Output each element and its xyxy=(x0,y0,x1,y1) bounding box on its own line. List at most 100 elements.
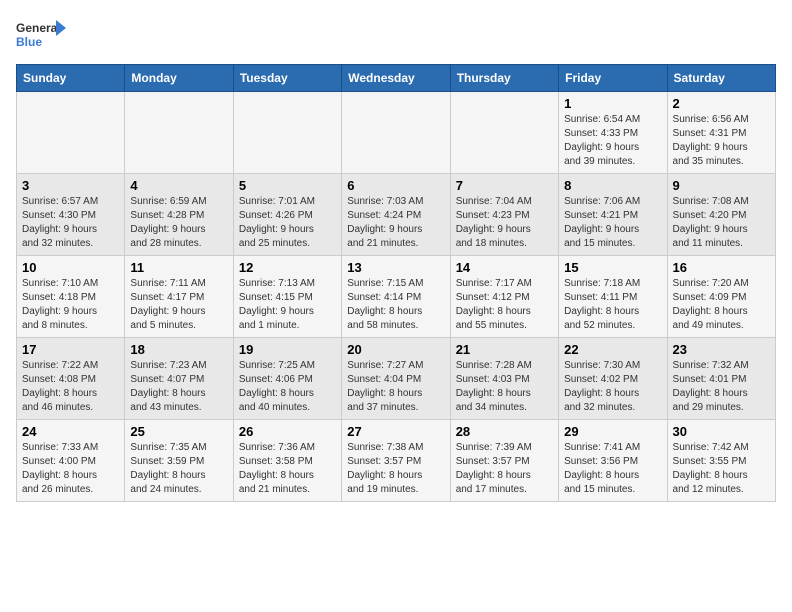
day-cell-20: 20Sunrise: 7:27 AM Sunset: 4:04 PM Dayli… xyxy=(342,338,450,420)
day-cell-26: 26 Sunrise: 7:36 AM Sunset: 3:58 PM Dayli… xyxy=(233,420,341,502)
weekday-header-saturday: Saturday xyxy=(667,65,775,92)
day-number: 10 xyxy=(22,260,119,275)
day-number: 3 xyxy=(22,178,119,193)
week-row-5: 24Sunrise: 7:33 AM Sunset: 4:00 PM Dayli… xyxy=(17,420,776,502)
day-cell-28: 28 Sunrise: 7:39 AM Sunset: 3:57 PM Dayli… xyxy=(450,420,558,502)
day-info: Sunrise: 7:13 AM Sunset: 4:15 PM Dayligh… xyxy=(239,277,336,333)
day-cell-18: 18Sunrise: 7:23 AM Sunset: 4:07 PM Dayli… xyxy=(125,338,233,420)
day-number: 8 xyxy=(564,178,661,193)
empty-cell xyxy=(233,92,341,174)
day-cell-11: 11 Sunrise: 7:11 AM Sunset: 4:17 PM Dayli… xyxy=(125,256,233,338)
logo-svg: GeneralBlue xyxy=(16,16,66,56)
day-number: 4 xyxy=(130,178,227,193)
day-info: Sunrise: 7:10 AM Sunset: 4:18 PM Dayligh… xyxy=(22,277,119,333)
day-cell-15: 15 Sunrise: 7:18 AM Sunset: 4:11 PM Dayli… xyxy=(559,256,667,338)
day-number: 28 xyxy=(456,424,553,439)
day-info: Sunrise: 7:08 AM Sunset: 4:20 PM Dayligh… xyxy=(673,195,770,251)
empty-cell xyxy=(125,92,233,174)
calendar-table: SundayMondayTuesdayWednesdayThursdayFrid… xyxy=(16,64,776,502)
day-cell-12: 12 Sunrise: 7:13 AM Sunset: 4:15 PM Dayli… xyxy=(233,256,341,338)
day-info: Sunrise: 7:15 AM Sunset: 4:14 PM Dayligh… xyxy=(347,277,444,333)
day-info: Sunrise: 7:17 AM Sunset: 4:12 PM Dayligh… xyxy=(456,277,553,333)
day-info: Sunrise: 6:56 AM Sunset: 4:31 PM Dayligh… xyxy=(673,113,770,169)
day-info: Sunrise: 6:59 AM Sunset: 4:28 PM Dayligh… xyxy=(130,195,227,251)
day-number: 26 xyxy=(239,424,336,439)
day-cell-10: 10 Sunrise: 7:10 AM Sunset: 4:18 PM Dayli… xyxy=(17,256,125,338)
svg-text:General: General xyxy=(16,21,61,35)
day-info: Sunrise: 7:04 AM Sunset: 4:23 PM Dayligh… xyxy=(456,195,553,251)
day-info: Sunrise: 7:11 AM Sunset: 4:17 PM Dayligh… xyxy=(130,277,227,333)
day-info: Sunrise: 7:18 AM Sunset: 4:11 PM Dayligh… xyxy=(564,277,661,333)
day-cell-16: 16 Sunrise: 7:20 AM Sunset: 4:09 PM Dayli… xyxy=(667,256,775,338)
day-number: 30 xyxy=(673,424,770,439)
day-info: Sunrise: 7:20 AM Sunset: 4:09 PM Dayligh… xyxy=(673,277,770,333)
day-info: Sunrise: 7:23 AM Sunset: 4:07 PM Dayligh… xyxy=(130,359,227,415)
day-info: Sunrise: 7:01 AM Sunset: 4:26 PM Dayligh… xyxy=(239,195,336,251)
weekday-header-monday: Monday xyxy=(125,65,233,92)
day-number: 17 xyxy=(22,342,119,357)
day-number: 15 xyxy=(564,260,661,275)
weekday-header-tuesday: Tuesday xyxy=(233,65,341,92)
day-number: 23 xyxy=(673,342,770,357)
day-info: Sunrise: 7:32 AM Sunset: 4:01 PM Dayligh… xyxy=(673,359,770,415)
day-number: 29 xyxy=(564,424,661,439)
day-cell-30: 30 Sunrise: 7:42 AM Sunset: 3:55 PM Dayli… xyxy=(667,420,775,502)
day-number: 12 xyxy=(239,260,336,275)
day-number: 11 xyxy=(130,260,227,275)
day-info: Sunrise: 7:36 AM Sunset: 3:58 PM Dayligh… xyxy=(239,441,336,497)
day-info: Sunrise: 7:35 AM Sunset: 3:59 PM Dayligh… xyxy=(130,441,227,497)
day-number: 24 xyxy=(22,424,119,439)
logo: GeneralBlue xyxy=(16,16,66,56)
day-number: 5 xyxy=(239,178,336,193)
day-info: Sunrise: 7:30 AM Sunset: 4:02 PM Dayligh… xyxy=(564,359,661,415)
day-info: Sunrise: 7:38 AM Sunset: 3:57 PM Dayligh… xyxy=(347,441,444,497)
weekday-header-friday: Friday xyxy=(559,65,667,92)
day-number: 16 xyxy=(673,260,770,275)
day-info: Sunrise: 7:22 AM Sunset: 4:08 PM Dayligh… xyxy=(22,359,119,415)
day-number: 6 xyxy=(347,178,444,193)
day-info: Sunrise: 7:06 AM Sunset: 4:21 PM Dayligh… xyxy=(564,195,661,251)
day-cell-6: 6 Sunrise: 7:03 AM Sunset: 4:24 PM Daylig… xyxy=(342,174,450,256)
page-header: GeneralBlue xyxy=(16,16,776,56)
day-cell-13: 13Sunrise: 7:15 AM Sunset: 4:14 PM Dayli… xyxy=(342,256,450,338)
week-row-4: 17 Sunrise: 7:22 AM Sunset: 4:08 PM Dayli… xyxy=(17,338,776,420)
week-row-3: 10 Sunrise: 7:10 AM Sunset: 4:18 PM Dayli… xyxy=(17,256,776,338)
day-info: Sunrise: 7:03 AM Sunset: 4:24 PM Dayligh… xyxy=(347,195,444,251)
weekday-header-row: SundayMondayTuesdayWednesdayThursdayFrid… xyxy=(17,65,776,92)
day-cell-3: 3 Sunrise: 6:57 AM Sunset: 4:30 PM Daylig… xyxy=(17,174,125,256)
day-cell-2: 2 Sunrise: 6:56 AM Sunset: 4:31 PM Daylig… xyxy=(667,92,775,174)
day-cell-25: 25 Sunrise: 7:35 AM Sunset: 3:59 PM Dayli… xyxy=(125,420,233,502)
empty-cell xyxy=(342,92,450,174)
day-cell-24: 24Sunrise: 7:33 AM Sunset: 4:00 PM Dayli… xyxy=(17,420,125,502)
day-cell-23: 23 Sunrise: 7:32 AM Sunset: 4:01 PM Dayli… xyxy=(667,338,775,420)
day-cell-19: 19Sunrise: 7:25 AM Sunset: 4:06 PM Dayli… xyxy=(233,338,341,420)
day-number: 22 xyxy=(564,342,661,357)
day-cell-8: 8 Sunrise: 7:06 AM Sunset: 4:21 PM Daylig… xyxy=(559,174,667,256)
day-number: 2 xyxy=(673,96,770,111)
weekday-header-sunday: Sunday xyxy=(17,65,125,92)
day-cell-22: 22 Sunrise: 7:30 AM Sunset: 4:02 PM Dayli… xyxy=(559,338,667,420)
day-cell-9: 9 Sunrise: 7:08 AM Sunset: 4:20 PM Daylig… xyxy=(667,174,775,256)
day-info: Sunrise: 6:54 AM Sunset: 4:33 PM Dayligh… xyxy=(564,113,661,169)
weekday-header-thursday: Thursday xyxy=(450,65,558,92)
empty-cell xyxy=(450,92,558,174)
day-cell-7: 7 Sunrise: 7:04 AM Sunset: 4:23 PM Daylig… xyxy=(450,174,558,256)
day-number: 7 xyxy=(456,178,553,193)
day-info: Sunrise: 7:42 AM Sunset: 3:55 PM Dayligh… xyxy=(673,441,770,497)
day-number: 14 xyxy=(456,260,553,275)
day-number: 19 xyxy=(239,342,336,357)
day-info: Sunrise: 7:39 AM Sunset: 3:57 PM Dayligh… xyxy=(456,441,553,497)
day-info: Sunrise: 7:41 AM Sunset: 3:56 PM Dayligh… xyxy=(564,441,661,497)
day-number: 9 xyxy=(673,178,770,193)
svg-text:Blue: Blue xyxy=(16,35,42,49)
day-info: Sunrise: 7:28 AM Sunset: 4:03 PM Dayligh… xyxy=(456,359,553,415)
day-cell-17: 17 Sunrise: 7:22 AM Sunset: 4:08 PM Dayli… xyxy=(17,338,125,420)
day-cell-27: 27Sunrise: 7:38 AM Sunset: 3:57 PM Dayli… xyxy=(342,420,450,502)
weekday-header-wednesday: Wednesday xyxy=(342,65,450,92)
day-info: Sunrise: 7:27 AM Sunset: 4:04 PM Dayligh… xyxy=(347,359,444,415)
week-row-2: 3 Sunrise: 6:57 AM Sunset: 4:30 PM Daylig… xyxy=(17,174,776,256)
day-number: 25 xyxy=(130,424,227,439)
day-number: 1 xyxy=(564,96,661,111)
day-info: Sunrise: 6:57 AM Sunset: 4:30 PM Dayligh… xyxy=(22,195,119,251)
week-row-1: 1 Sunrise: 6:54 AM Sunset: 4:33 PM Daylig… xyxy=(17,92,776,174)
